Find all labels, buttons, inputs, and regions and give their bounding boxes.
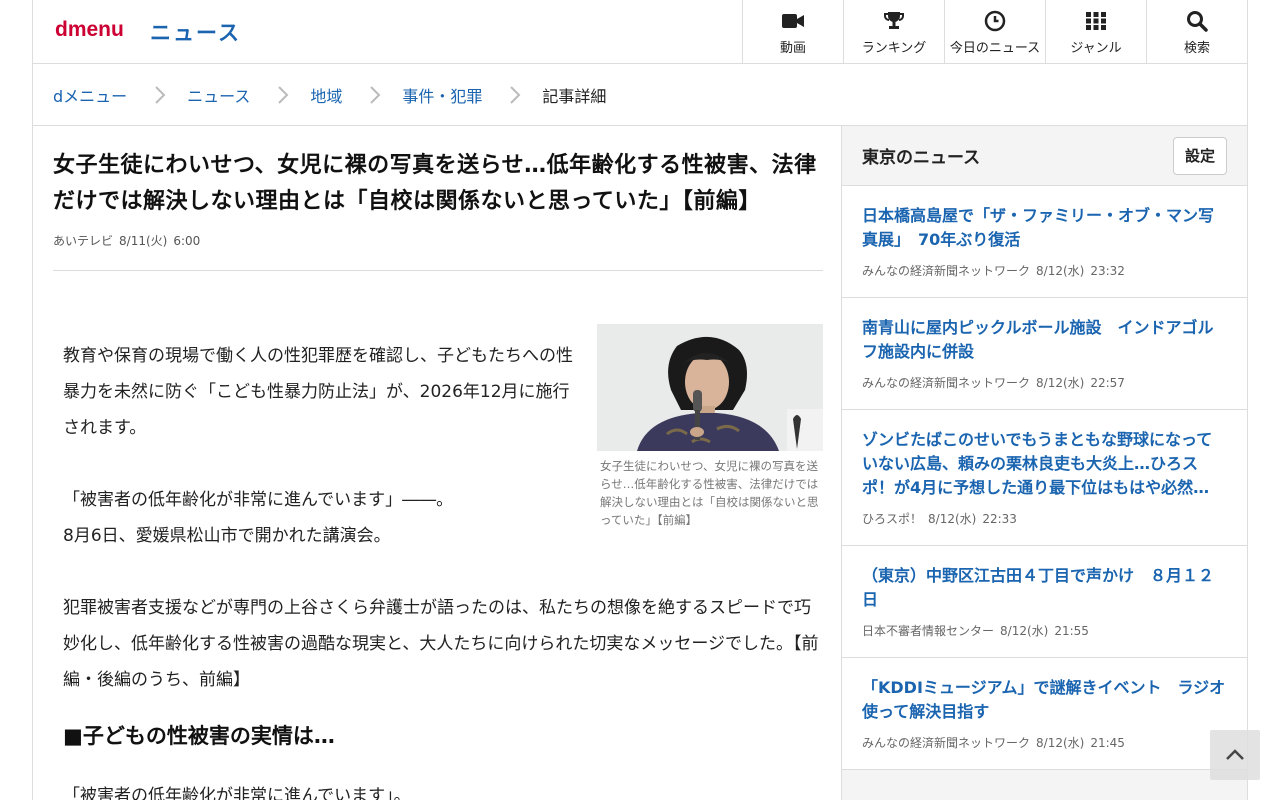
news-meta: みんなの経済新聞ネットワーク 8/12(水) 23:32	[862, 262, 1227, 279]
news-list-item: 南青山に屋内ピックルボール施設 インドアゴルフ施設内に併設 みんなの経済新聞ネッ…	[842, 298, 1247, 410]
breadcrumb-region[interactable]: 地域	[310, 83, 342, 107]
nav-label: ジャンル	[1070, 41, 1122, 56]
news-time: 21:55	[1054, 624, 1089, 638]
chevron-right-icon	[370, 85, 381, 104]
news-time: 23:32	[1090, 264, 1125, 278]
news-list-item: ゾンビたばこのせいでもうまともな野球になっていない広島、頼みの栗林良吏も大炎上……	[842, 410, 1247, 546]
article-paragraph: 「被害者の低年齢化が非常に進んでいます」。	[63, 786, 411, 800]
article: 女子生徒にわいせつ、女児に裸の写真を送らせ…低年齢化する性被害、法律だけでは解決…	[53, 126, 823, 800]
article-date: 8/11(火)	[119, 234, 168, 248]
news-meta: 日本不審者情報センター 8/12(水) 21:55	[862, 622, 1227, 639]
chevron-right-icon	[155, 85, 166, 104]
dmenu-logo[interactable]: dmenu	[55, 18, 124, 42]
article-time: 6:00	[173, 234, 201, 248]
article-body: 教育や保育の現場で働く人の性犯罪歴を確認し、子どもたちへの性暴力を未然に防ぐ「こ…	[63, 338, 823, 800]
article-subhead: ■子どもの性被害の実情は…	[63, 724, 335, 748]
page-frame: dmenu ニュース 動画 ランキング 今日のニュース ジャンル 検索 dメニュ…	[32, 0, 1248, 800]
nav-ranking[interactable]: ランキング	[843, 0, 944, 64]
divider	[53, 270, 823, 271]
sidebar-header: 東京のニュース 設定	[842, 126, 1247, 186]
nav-search[interactable]: 検索	[1146, 0, 1247, 64]
sidebar-local-news: 東京のニュース 設定 日本橋高島屋で「ザ・ファミリー・オブ・マン写真展」 70年…	[841, 126, 1247, 800]
article-paragraph: 8月6日、愛媛県松山市で開かれた講演会。	[63, 526, 391, 546]
site-title[interactable]: ニュース	[150, 17, 241, 47]
trophy-icon	[884, 12, 904, 29]
news-meta: ひろスポ！ 8/12(水) 22:33	[862, 510, 1227, 527]
news-date: 8/12(水)	[928, 512, 977, 526]
chevron-right-icon	[278, 85, 289, 104]
news-link[interactable]: （東京）中野区江古田４丁目で声かけ ８月１２日	[862, 564, 1227, 612]
news-source: みんなの経済新聞ネットワーク	[862, 736, 1031, 750]
nav-label: 検索	[1183, 41, 1210, 56]
header-nav: 動画 ランキング 今日のニュース ジャンル 検索	[742, 0, 1247, 64]
news-date: 8/12(水)	[1036, 736, 1085, 750]
news-link[interactable]: 南青山に屋内ピックルボール施設 インドアゴルフ施設内に併設	[862, 316, 1227, 364]
news-list-item: 日本橋高島屋で「ザ・ファミリー・オブ・マン写真展」 70年ぶり復活 みんなの経済…	[842, 186, 1247, 298]
search-icon	[1187, 11, 1208, 32]
nav-label: 今日のニュース	[949, 41, 1041, 56]
nav-label: 動画	[779, 41, 806, 56]
news-time: 22:57	[1090, 376, 1125, 390]
news-time: 21:45	[1090, 736, 1125, 750]
chevron-up-icon	[1226, 749, 1244, 760]
scroll-to-top-button[interactable]	[1210, 730, 1260, 780]
news-source: みんなの経済新聞ネットワーク	[862, 376, 1031, 390]
site-header: dmenu ニュース 動画 ランキング 今日のニュース ジャンル 検索	[33, 0, 1247, 64]
news-meta: みんなの経済新聞ネットワーク 8/12(水) 21:45	[862, 734, 1227, 751]
settings-button[interactable]: 設定	[1173, 136, 1227, 175]
article-source: あいテレビ	[53, 234, 114, 248]
breadcrumb-crime[interactable]: 事件・犯罪	[402, 83, 482, 107]
breadcrumb-dmenu[interactable]: dメニュー	[53, 83, 127, 107]
news-list-item: 「KDDIミュージアム」で謎解きイベント ラジオ使って解決目指す みんなの経済新…	[842, 658, 1247, 770]
nav-today[interactable]: 今日のニュース	[944, 0, 1045, 64]
news-source: 日本不審者情報センター	[862, 624, 995, 638]
article-byline: あいテレビ 8/11(火) 6:00	[53, 232, 823, 249]
news-source: ひろスポ！	[862, 512, 923, 526]
news-meta: みんなの経済新聞ネットワーク 8/12(水) 22:57	[862, 374, 1227, 391]
nav-label: ランキング	[861, 41, 927, 56]
news-date: 8/12(水)	[1036, 376, 1085, 390]
chevron-right-icon	[510, 85, 521, 104]
article-headline: 女子生徒にわいせつ、女児に裸の写真を送らせ…低年齢化する性被害、法律だけでは解決…	[53, 153, 817, 214]
news-time: 22:33	[982, 512, 1017, 526]
sidebar-title: 東京のニュース	[862, 148, 981, 168]
breadcrumb: dメニュー ニュース 地域 事件・犯罪 記事詳細	[33, 64, 1247, 126]
video-icon	[782, 14, 804, 28]
article-paragraph: 「被害者の低年齢化が非常に進んでいます」――。	[63, 490, 454, 510]
clock-icon	[984, 10, 1006, 32]
news-link[interactable]: 日本橋高島屋で「ザ・ファミリー・オブ・マン写真展」 70年ぶり復活	[862, 204, 1227, 252]
news-link[interactable]: ゾンビたばこのせいでもうまともな野球になっていない広島、頼みの栗林良吏も大炎上……	[862, 428, 1227, 500]
news-date: 8/12(水)	[1036, 264, 1085, 278]
nav-genre[interactable]: ジャンル	[1045, 0, 1146, 64]
news-date: 8/12(水)	[1000, 624, 1049, 638]
breadcrumb-news[interactable]: ニュース	[187, 83, 250, 107]
grid-icon	[1086, 12, 1106, 30]
article-paragraph: 教育や保育の現場で働く人の性犯罪歴を確認し、子どもたちへの性暴力を未然に防ぐ「こ…	[63, 346, 573, 438]
news-source: みんなの経済新聞ネットワーク	[862, 264, 1031, 278]
news-link[interactable]: 「KDDIミュージアム」で謎解きイベント ラジオ使って解決目指す	[862, 676, 1227, 724]
nav-video[interactable]: 動画	[742, 0, 843, 64]
article-paragraph: 犯罪被害者支援などが専門の上谷さくら弁護士が語ったのは、私たちの想像を絶するスピ…	[63, 598, 819, 690]
breadcrumb-current: 記事詳細	[542, 86, 607, 106]
news-list-item: （東京）中野区江古田４丁目で声かけ ８月１２日 日本不審者情報センター 8/12(…	[842, 546, 1247, 658]
